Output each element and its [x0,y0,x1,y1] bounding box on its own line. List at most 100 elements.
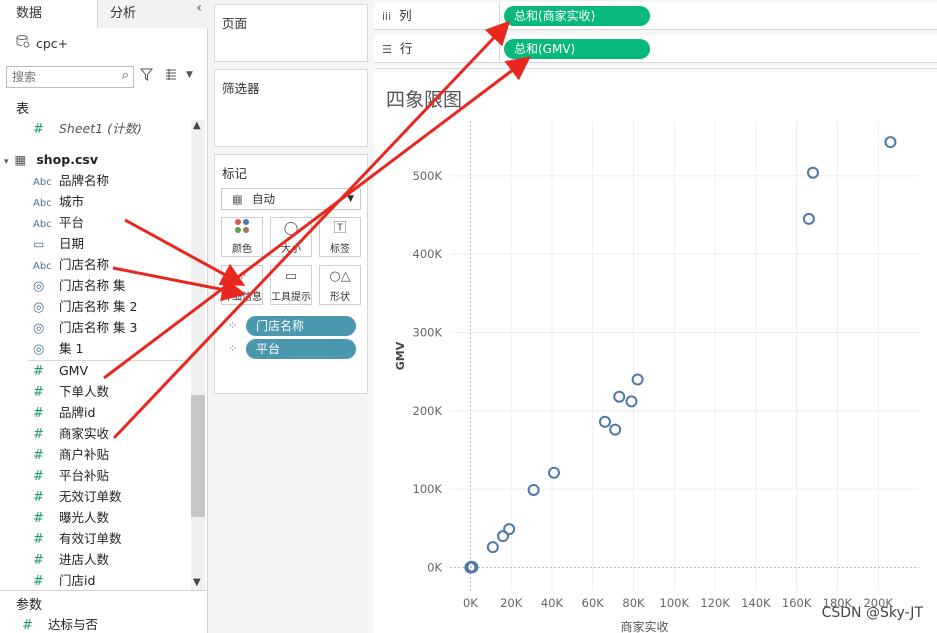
dimension-field[interactable]: ◎ 集 1 [33,338,189,359]
shape-button[interactable]: ○△ 形状 [319,265,361,305]
dimension-field[interactable]: ◎ 门店名称 集 2 [33,296,189,317]
rows-pill-gmv[interactable]: 总和(GMV) [504,39,650,59]
field-label: Sheet1 (计数) [59,121,142,136]
view-dropdown-icon[interactable]: ▼ [186,70,193,80]
param-item[interactable]: # 达标与否 [22,614,178,633]
tooltip-button[interactable]: ▭ 工具提示 [270,265,312,305]
label-button[interactable]: 🅃 标签 [319,217,361,257]
set-icon: ◎ [33,342,45,357]
measure-icon: # [33,427,44,442]
measure-field[interactable]: # 下单人数 [33,381,189,402]
chevron-down-icon: ▼ [347,194,354,204]
rows-pill-label: 总和(GMV) [514,42,576,56]
mark-pill-label: 门店名称 [256,319,305,333]
field-label: 有效订单数 [59,531,122,546]
x-tick-label: 40K [541,596,564,610]
scatter-point [631,373,644,386]
rows-label: 行 [399,41,413,56]
scatter-point [613,390,626,403]
params-divider [0,590,208,591]
dimension-field[interactable]: ◎ 门店名称 集 3 [33,317,189,338]
filter-icon[interactable] [139,68,154,84]
tab-analysis[interactable]: 分析 [98,0,208,28]
table-expand-icon[interactable]: ▾ [4,157,9,167]
size-icon: ◯ [283,221,299,236]
x-tick-label: 20K [500,596,523,610]
params-section-title: 参数 [16,598,43,613]
measure-field[interactable]: # 商户补贴 [33,444,189,465]
measure-icon: # [33,406,44,421]
mark-type-select[interactable]: ▦ 自动 ▼ [221,188,361,210]
scatter-point [547,466,560,479]
field-list-scrollbar[interactable]: ▲ ▼ [191,120,205,590]
datasource-name: cpc+ [35,36,69,51]
measure-field[interactable]: # 平台补贴 [33,465,189,486]
rows-columns-shelves: iii 列 总和(商家实收) ☰ 行 总和(GMV) [374,0,937,66]
measure-icon: # [33,469,44,484]
x-tick-label: 80K [622,596,645,610]
viz-area: 四象限图 0K 20K 40K 60K 80K 100K 120K 140K 160K 180K 2… [374,68,937,633]
y-tick-label: 500K [413,169,443,183]
field-label: 曝光人数 [59,510,110,525]
mark-pill-platform[interactable]: ⁘ 平台 [228,339,356,359]
pages-title: 页面 [222,16,248,31]
dimension-field[interactable]: Abc 门店名称 [33,254,189,275]
measure-field[interactable]: # 门店id [33,570,189,591]
rows-shelf[interactable]: ☰ 行 总和(GMV) [374,35,937,63]
x-tick-label: 0K [463,596,478,610]
measure-icon: # [33,574,44,589]
collapse-pane-icon[interactable]: ‹ [196,0,202,16]
field-label: 平台补贴 [59,468,110,483]
field-label: 商家实收 [59,426,110,441]
size-button[interactable]: ◯ 大小 [270,217,312,257]
measure-icon: # [22,618,33,633]
measure-field[interactable]: # 品牌id [33,402,189,423]
color-icon [222,218,262,240]
view-list-icon[interactable] [165,68,177,83]
datasource-row[interactable]: cpc+ [16,34,68,52]
mark-pill-store-name[interactable]: ⁘ 门店名称 [228,316,356,336]
field-search[interactable]: ⌕ [6,66,134,88]
pages-card[interactable]: 页面 [214,4,368,62]
scatter-point [527,483,540,496]
shape-icon: ○△ [329,269,351,284]
marks-card: 标记 ▦ 自动 ▼ 颜色 ◯ 大小 🅃 标签 ⁘ 详细信息 ▭ 工具提示 ○△ … [214,154,368,394]
columns-pill-merchant-revenue[interactable]: 总和(商家实收) [504,6,650,26]
datasource-icon [16,34,32,53]
set-icon: ◎ [33,279,45,294]
color-button[interactable]: 颜色 [221,217,263,257]
scroll-down-icon[interactable]: ▼ [193,577,201,588]
y-tick-label: 200K [413,404,443,418]
dimension-field[interactable]: Abc 平台 [33,212,189,233]
string-type-icon: Abc [33,177,52,188]
field-label: 进店人数 [59,552,110,567]
measure-field[interactable]: # 曝光人数 [33,507,189,528]
measure-field[interactable]: # 进店人数 [33,549,189,570]
dimension-field[interactable]: ▭ 日期 [33,233,189,254]
scroll-thumb[interactable] [191,395,205,517]
filters-card[interactable]: 筛选器 [214,69,368,147]
measure-field[interactable]: # GMV [33,360,189,381]
measure-field[interactable]: # 有效订单数 [33,528,189,549]
measure-field[interactable]: # 无效订单数 [33,486,189,507]
measure-field[interactable]: # 商家实收 [33,423,189,444]
field-search-input[interactable] [7,67,107,87]
x-tick-label: 120K [700,596,730,610]
columns-pill-label: 总和(商家实收) [514,9,596,23]
table-shop-csv[interactable]: ▾ ▦ shop.csv [4,149,160,170]
tab-data[interactable]: 数据 [0,0,98,28]
columns-shelf[interactable]: iii 列 总和(商家实收) [374,2,937,30]
dimension-field[interactable]: ◎ 门店名称 集 [33,275,189,296]
label-label: 标签 [330,244,350,255]
scroll-up-icon[interactable]: ▲ [193,120,201,131]
search-icon[interactable]: ⌕ [122,68,129,83]
detail-dots-icon: ⁘ [228,342,238,355]
watermark: CSDN @Sky-JT [821,605,923,621]
dimension-field[interactable]: Abc 城市 [33,191,189,212]
columns-shelf-label: iii 列 [374,2,500,30]
mark-type-icon: ▦ [232,192,243,206]
string-type-icon: Abc [33,261,52,272]
dimension-field[interactable]: Abc 品牌名称 [33,170,189,191]
detail-button[interactable]: ⁘ 详细信息 [221,265,263,305]
sheet-count-field[interactable]: # Sheet1 (计数) [33,118,189,139]
